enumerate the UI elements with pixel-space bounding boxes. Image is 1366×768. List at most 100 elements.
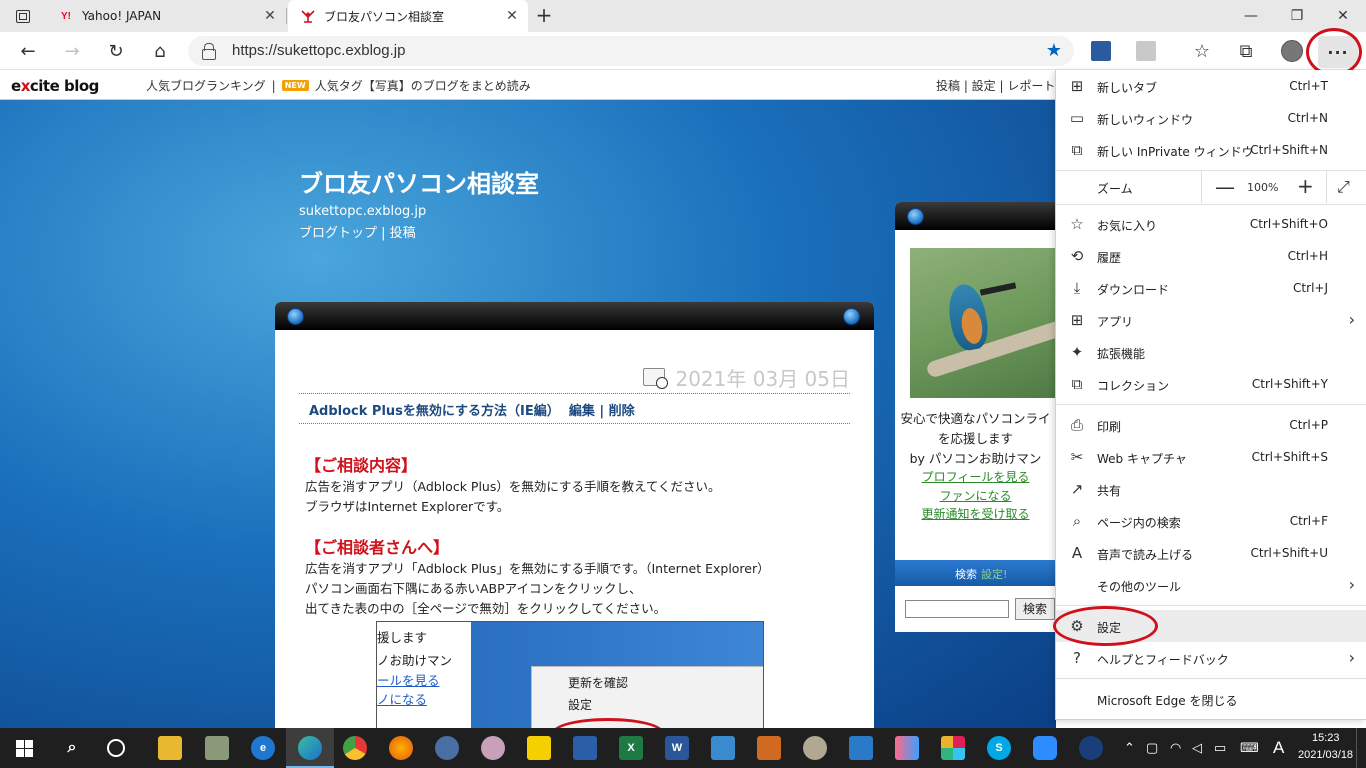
app-icon[interactable] xyxy=(435,736,459,760)
close-tab-icon[interactable]: ✕ xyxy=(262,8,278,24)
fan-link[interactable]: ファンになる xyxy=(895,487,1056,504)
extension-icon[interactable] xyxy=(1091,41,1111,61)
back-button[interactable]: ← xyxy=(13,36,43,66)
excel-icon[interactable]: X xyxy=(619,736,643,760)
yahoo-favicon-icon: Y! xyxy=(61,10,71,22)
maximize-button[interactable]: ❐ xyxy=(1274,0,1320,32)
menu-item-favorites[interactable]: ☆ お気に入り Ctrl+Shift+O xyxy=(1056,208,1366,240)
file-explorer-icon[interactable] xyxy=(158,736,182,760)
skype-icon[interactable]: S xyxy=(987,736,1011,760)
tray-app-icon[interactable]: ▢ xyxy=(1146,740,1158,756)
tray-chevron-icon[interactable]: ⌃ xyxy=(1124,740,1135,756)
address-bar[interactable]: https://sukettopc.exblog.jp ★ xyxy=(188,36,1074,66)
menu-item-new-tab[interactable]: ⊞ 新しいタブ Ctrl+T xyxy=(1056,70,1366,102)
battery-icon[interactable]: ▭ xyxy=(1214,740,1226,756)
slack-icon[interactable] xyxy=(941,736,965,760)
menu-item-extensions[interactable]: ✦ 拡張機能 xyxy=(1056,336,1366,368)
search-sub-link[interactable]: 設定! xyxy=(981,566,1007,582)
menu-item-read-aloud[interactable]: A 音声で読み上げる Ctrl+Shift+U xyxy=(1056,537,1366,569)
volume-icon[interactable]: ◁ xyxy=(1192,740,1202,756)
zoom-out-button[interactable]: — xyxy=(1215,175,1235,199)
clock-time[interactable]: 15:23 xyxy=(1312,732,1340,744)
ranking-link[interactable]: 人気ブログランキング xyxy=(146,77,266,94)
app-icon[interactable] xyxy=(573,736,597,760)
menu-item-print[interactable]: ⎙ 印刷 Ctrl+P xyxy=(1056,409,1366,441)
menu-item-shortcut: Ctrl+T xyxy=(1289,79,1328,93)
profile-avatar[interactable] xyxy=(1281,40,1303,62)
tab-yahoo[interactable]: Y! Yahoo! JAPAN ✕ xyxy=(46,0,286,32)
menu-item-label: お気に入り xyxy=(1097,219,1158,233)
ime-indicator[interactable]: A xyxy=(1273,738,1284,758)
firefox-icon[interactable] xyxy=(389,736,413,760)
app-icon[interactable] xyxy=(711,736,735,760)
app-icon[interactable] xyxy=(757,736,781,760)
excite-user-links[interactable]: 投稿 | 設定 | レポート xyxy=(936,77,1055,94)
favorite-star-icon[interactable]: ★ xyxy=(1046,40,1062,61)
apps-icon: ⊞ xyxy=(1070,310,1084,329)
edge-icon[interactable] xyxy=(298,736,322,760)
app-icon[interactable] xyxy=(205,736,229,760)
tab-blog[interactable]: ブロ友パソコン相談室 ✕ xyxy=(288,0,528,32)
zoom-in-button[interactable]: + xyxy=(1297,174,1314,198)
menu-item-share[interactable]: ↗ 共有 xyxy=(1056,473,1366,505)
refresh-button[interactable]: ↻ xyxy=(101,36,131,66)
post-paragraph-line: 広告を消すアプリ「Adblock Plus」を無効にする手順です。（Intern… xyxy=(305,561,770,576)
collections-icon[interactable]: ⧉ xyxy=(1231,36,1261,66)
fullscreen-icon[interactable]: ⤢ xyxy=(1337,177,1350,197)
menu-item-apps[interactable]: ⊞ アプリ › xyxy=(1056,304,1366,336)
menu-item-inprivate[interactable]: ⧉ 新しい InPrivate ウィンドウ Ctrl+Shift+N xyxy=(1056,134,1366,166)
tab-actions-icon[interactable] xyxy=(8,5,38,27)
blog-search-input[interactable] xyxy=(905,600,1009,618)
url-text[interactable]: https://sukettopc.exblog.jp xyxy=(232,42,405,59)
menu-item-history[interactable]: ⟲ 履歴 Ctrl+H xyxy=(1056,240,1366,272)
home-button[interactable]: ⌂ xyxy=(145,36,175,66)
show-desktop-button[interactable] xyxy=(1356,728,1362,768)
lock-icon[interactable] xyxy=(202,43,216,60)
blog-top-links[interactable]: ブログトップ | 投稿 xyxy=(299,222,416,241)
blog-title[interactable]: ブロ友パソコン相談室 xyxy=(299,164,539,199)
minimize-button[interactable]: — xyxy=(1228,0,1274,32)
menu-item-label: その他のツール xyxy=(1097,580,1182,594)
menu-item-close-edge[interactable]: Microsoft Edge を閉じる xyxy=(1056,683,1366,715)
chrome-icon[interactable] xyxy=(343,736,367,760)
app-icon[interactable] xyxy=(481,736,505,760)
menu-item-find[interactable]: ⌕ ページ内の検索 Ctrl+F xyxy=(1056,505,1366,537)
windows-start-icon[interactable] xyxy=(16,740,33,757)
internet-explorer-icon[interactable]: e xyxy=(251,736,275,760)
close-tab-icon[interactable]: ✕ xyxy=(504,8,520,24)
zoom-app-icon[interactable] xyxy=(1033,736,1057,760)
close-window-button[interactable]: ✕ xyxy=(1320,0,1366,32)
subscribe-link[interactable]: 更新通知を受け取る xyxy=(895,505,1056,522)
task-view-icon[interactable] xyxy=(107,739,125,757)
menu-item-downloads[interactable]: ⤓ ダウンロード Ctrl+J xyxy=(1056,272,1366,304)
forward-button[interactable]: → xyxy=(57,36,87,66)
wifi-icon[interactable]: ◠ xyxy=(1170,740,1181,756)
profile-description: 安心で快適なパソコンライ xyxy=(900,411,1051,426)
help-icon: ? xyxy=(1073,648,1081,667)
profile-link[interactable]: プロフィールを見る xyxy=(895,468,1056,485)
search-icon[interactable]: ⌕ xyxy=(60,736,84,760)
post-title[interactable]: Adblock Plusを無効にする方法（IE編） xyxy=(309,404,560,419)
menu-item-help[interactable]: ? ヘルプとフィードバック › xyxy=(1056,642,1366,674)
extension-icon[interactable] xyxy=(1136,41,1156,61)
menu-item-collections[interactable]: ⧉ コレクション Ctrl+Shift+Y xyxy=(1056,368,1366,400)
tag-link[interactable]: 人気タグ【写真】のブログをまとめ読み xyxy=(315,77,531,94)
menu-item-web-capture[interactable]: ✂ Web キャプチャ Ctrl+Shift+S xyxy=(1056,441,1366,473)
menu-item-more-tools[interactable]: その他のツール › xyxy=(1056,569,1366,601)
paint-icon[interactable] xyxy=(803,736,827,760)
side-search-area: 検索 xyxy=(895,586,1056,628)
keyboard-icon[interactable]: ⌨ xyxy=(1240,740,1259,756)
favorites-bar-icon[interactable]: ☆ xyxy=(1187,36,1217,66)
new-tab-button[interactable]: + xyxy=(532,4,556,28)
blog-search-button[interactable]: 検索 xyxy=(1015,598,1055,620)
remote-desktop-icon[interactable] xyxy=(849,736,873,760)
post-edit-links[interactable]: 編集 | 削除 xyxy=(569,404,635,419)
app-icon[interactable] xyxy=(895,736,919,760)
sticky-notes-icon[interactable] xyxy=(527,736,551,760)
app-icon[interactable] xyxy=(1079,736,1103,760)
word-icon[interactable]: W xyxy=(665,736,689,760)
clock-date[interactable]: 2021/03/18 xyxy=(1298,749,1353,761)
tab-strip: Y! Yahoo! JAPAN ✕ ブロ友パソコン相談室 ✕ + — ❐ ✕ xyxy=(0,0,1366,32)
menu-item-new-window[interactable]: ▭ 新しいウィンドウ Ctrl+N xyxy=(1056,102,1366,134)
excite-logo[interactable]: excite blog xyxy=(11,77,99,95)
